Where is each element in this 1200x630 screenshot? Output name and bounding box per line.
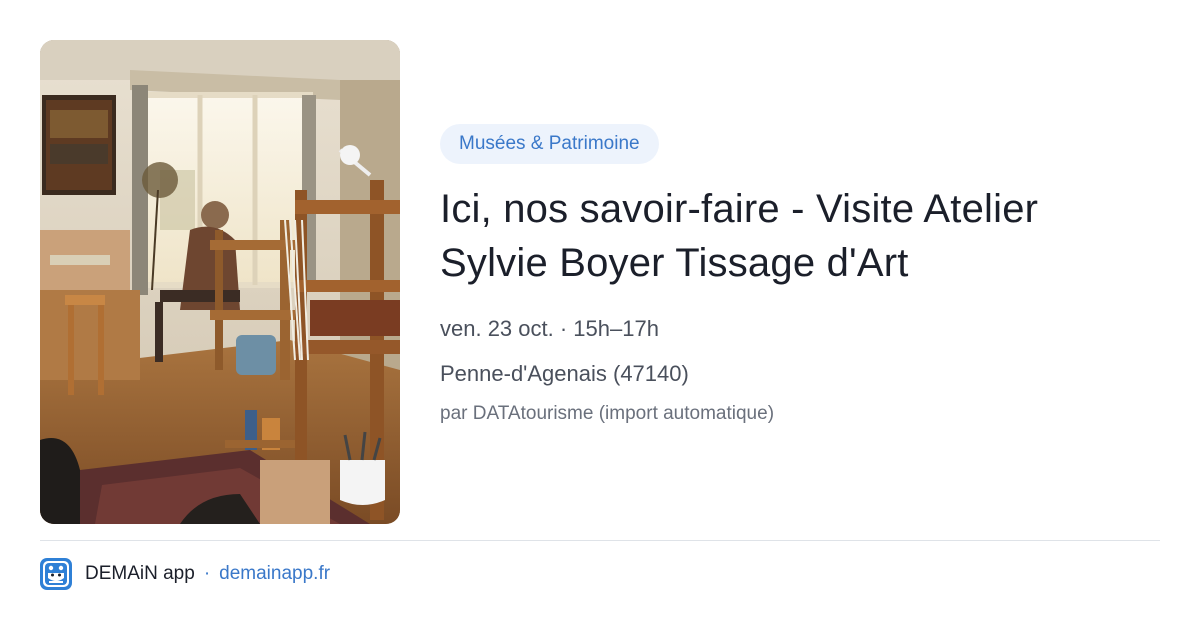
workshop-photo-illustration: [40, 40, 400, 524]
event-title[interactable]: Ici, nos savoir-faire - Visite Atelier S…: [440, 182, 1160, 290]
event-source: par DATAtourisme (import automatique): [440, 403, 775, 424]
app-name: DEMAiN app: [85, 563, 195, 584]
event-title-line: Sylvie Boyer Tissage d'Art: [440, 241, 909, 285]
event-location: Penne-d'Agenais (47140): [440, 361, 689, 386]
event-info: Musées & Patrimoine Ici, nos savoir-fair…: [440, 124, 1160, 427]
app-domain-link[interactable]: demainapp.fr: [219, 563, 330, 585]
event-title-line: Ici, nos savoir-faire - Visite Atelier: [440, 187, 1039, 231]
footer: DEMAiN app · demainapp.fr: [40, 557, 330, 591]
event-share-card: Musées & Patrimoine Ici, nos savoir-fair…: [0, 0, 1200, 630]
event-photo[interactable]: [40, 40, 400, 524]
footer-divider: [40, 540, 1160, 541]
category-tag[interactable]: Musées & Patrimoine: [440, 124, 659, 164]
footer-separator: ·: [203, 563, 211, 584]
demain-app-logo-icon: [40, 558, 72, 590]
event-date: ven. 23 oct. · 15h–17h: [440, 316, 659, 341]
